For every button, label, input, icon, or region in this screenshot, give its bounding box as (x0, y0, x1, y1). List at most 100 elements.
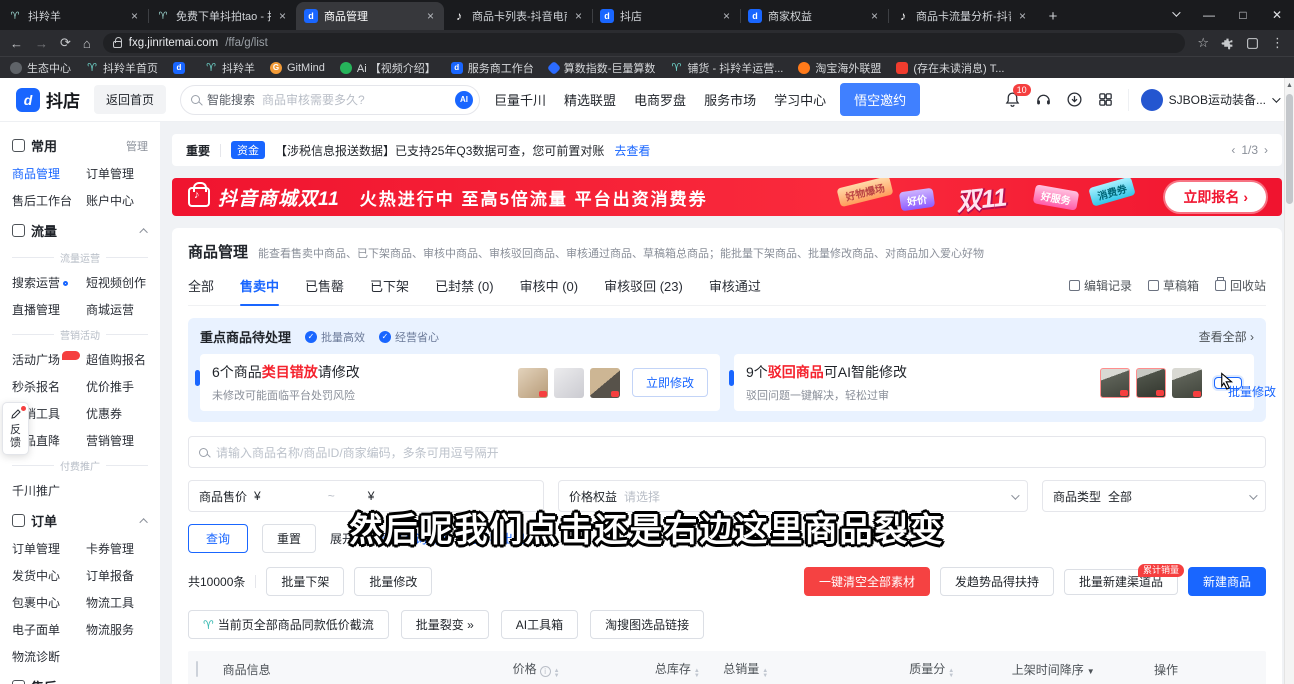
create-product-button[interactable]: 新建商品 (1188, 567, 1266, 596)
tab-rejected[interactable]: 审核驳回 (23) (604, 276, 683, 295)
bookmark-item[interactable]: Ai 【视频介绍】 (340, 60, 436, 76)
tab-close-icon[interactable]: × (425, 9, 436, 23)
page-scrollbar[interactable]: ▲ (1284, 78, 1294, 684)
bookmark-item[interactable]: d服务商工作台 (451, 60, 534, 76)
sidebar-section-traffic[interactable]: 流量 (12, 221, 148, 240)
doudian-logo[interactable]: d抖店 (16, 87, 80, 112)
trend-product-button[interactable]: 发趋势品得扶持 (940, 567, 1054, 596)
tab-close-icon[interactable]: × (721, 9, 732, 23)
browser-tab[interactable]: d商家权益× (740, 2, 888, 30)
bookmark-item[interactable]: GGitMind (270, 62, 325, 74)
browser-menu-kebab-icon[interactable]: ⋮ (1271, 35, 1284, 51)
sidebar-item-order-report[interactable]: 订单报备 (86, 567, 148, 584)
col-quality[interactable]: 质量分▲▼ (909, 660, 1011, 679)
pager-next-icon[interactable]: › (1264, 143, 1268, 157)
sidebar-item-live-manage[interactable]: 直播管理 (12, 301, 86, 318)
tab-off-shelf[interactable]: 已下架 (370, 276, 409, 295)
pager-prev-icon[interactable]: ‹ (1231, 143, 1235, 157)
recycle-bin-link[interactable]: 回收站 (1215, 277, 1266, 294)
home-icon[interactable]: ⌂ (83, 36, 91, 51)
tab-close-icon[interactable]: × (129, 9, 140, 23)
back-icon[interactable]: ← (10, 36, 23, 51)
tab-banned[interactable]: 已封禁 (0) (435, 276, 494, 295)
bookmark-item[interactable]: 算数指数-巨量算数 (549, 60, 656, 76)
batch-edit-button[interactable]: 批量修改 (354, 567, 432, 596)
address-bar[interactable]: fxg.jinritemai.com/ffa/g/list (103, 33, 1186, 53)
sidebar-item-mall-ops[interactable]: 商城运营 (86, 301, 148, 318)
sidebar-item-ship-center[interactable]: 发货中心 (12, 567, 86, 584)
manage-link[interactable]: 管理 (126, 138, 148, 154)
sidebar-item-qianchuan-promo[interactable]: 千川推广 (12, 482, 86, 499)
tab-approved[interactable]: 审核通过 (709, 276, 761, 295)
bookmark-item[interactable]: d (173, 62, 190, 74)
download-icon[interactable] (1066, 91, 1083, 108)
browser-tab[interactable]: ♈免费下单抖拍tao - 抖羚羊运营× (148, 2, 296, 30)
tab-close-icon[interactable]: × (573, 9, 584, 23)
notice-view-link[interactable]: 去查看 (614, 142, 650, 159)
product-search-input[interactable]: 请输入商品名称/商品ID/商家编码，多条可用逗号隔开 (188, 436, 1266, 468)
col-time[interactable]: 上架时间降序▼ (1012, 661, 1154, 678)
tab-sold-out[interactable]: 已售罄 (305, 276, 344, 295)
tab-close-icon[interactable]: × (277, 9, 288, 23)
scrollbar-thumb[interactable] (1286, 94, 1293, 204)
forward-icon[interactable]: → (35, 36, 48, 51)
sidebar-item-product-manage[interactable]: 商品管理 (12, 165, 86, 182)
nav-link-service-market[interactable]: 服务市场 (704, 90, 756, 109)
sidebar-item-e-waybill[interactable]: 电子面单 (12, 621, 86, 638)
sidebar-item-aftersale-workbench[interactable]: 售后工作台 (12, 192, 86, 209)
col-price[interactable]: 价格▲▼ (513, 660, 655, 679)
tab-all[interactable]: 全部 (188, 276, 214, 295)
notification-bell-icon[interactable]: 10 (1004, 91, 1021, 108)
fix-now-button[interactable]: 立即修改 (632, 368, 708, 397)
wukong-invite-button[interactable]: 悟空邀约 (840, 83, 920, 116)
sidebar-item-logistics-tools[interactable]: 物流工具 (86, 594, 148, 611)
account-menu[interactable]: SJBOB运动装备... (1128, 89, 1278, 111)
customer-service-icon[interactable] (1035, 91, 1052, 108)
bookmark-item[interactable]: ♈抖羚羊 (205, 60, 255, 76)
ai-toolbox-button[interactable]: AI工具箱 (501, 610, 578, 639)
sidebar-item-price-push[interactable]: 优价推手 (86, 378, 148, 395)
taosou-pick-button[interactable]: 淘搜图选品链接 (590, 610, 704, 639)
browser-tab[interactable]: ♪商品卡列表-抖音电商罗盘× (444, 2, 592, 30)
window-menu-icon[interactable] (1158, 0, 1192, 30)
edit-history-link[interactable]: 编辑记录 (1069, 277, 1132, 294)
bookmark-item[interactable]: (存在未读消息) T... (896, 60, 1004, 76)
window-minimize-icon[interactable]: — (1192, 0, 1226, 30)
window-maximize-icon[interactable]: □ (1226, 0, 1260, 30)
sidebar-item-order-manage[interactable]: 订单管理 (86, 165, 148, 182)
bookmark-item[interactable]: ♈抖羚羊首页 (86, 60, 158, 76)
sidebar-item-logistics-service[interactable]: 物流服务 (86, 621, 148, 638)
sidebar-item-short-video[interactable]: 短视频创作 (86, 274, 148, 291)
browser-tab[interactable]: ♪商品卡流量分析-抖音电商罗盘× (888, 2, 1036, 30)
window-close-icon[interactable]: ✕ (1260, 0, 1294, 30)
col-sales[interactable]: 总销量▲▼ (723, 660, 909, 679)
sidebar-section-common[interactable]: 常用管理 (12, 136, 148, 155)
sidebar-item-account-center[interactable]: 账户中心 (86, 192, 148, 209)
drafts-link[interactable]: 草稿箱 (1148, 277, 1199, 294)
bookmark-item[interactable]: ♈铺货 - 抖羚羊运营... (670, 60, 783, 76)
new-tab-button[interactable]: + (1040, 3, 1066, 29)
col-stock[interactable]: 总库存▲▼ (655, 660, 723, 679)
ai-search-icon[interactable]: AI (455, 91, 473, 109)
tab-close-icon[interactable]: × (1017, 9, 1028, 23)
sidebar-item-marketing-manage[interactable]: 营销管理 (86, 432, 148, 449)
nav-link-learning[interactable]: 学习中心 (774, 90, 826, 109)
select-all-checkbox[interactable] (196, 661, 198, 677)
back-home-button[interactable]: 返回首页 (94, 85, 166, 114)
sidebar-item-value-buy[interactable]: 超值购报名 (86, 351, 148, 368)
view-all-link[interactable]: 查看全部 › (1199, 328, 1254, 345)
tab-on-sale[interactable]: 售卖中 (240, 276, 279, 295)
apps-grid-icon[interactable] (1097, 91, 1114, 108)
clear-materials-button[interactable]: 一键清空全部素材 (804, 567, 930, 596)
promo-banner[interactable]: 抖音商城双11 火热进行中 至高5倍流量 平台出资消费券 好物爆场 好价 双11… (172, 178, 1282, 216)
tab-close-icon[interactable]: × (869, 9, 880, 23)
sidebar-item-flash-sale[interactable]: 秒杀报名 (12, 378, 86, 395)
bookmark-item[interactable]: 淘宝海外联盟 (798, 60, 881, 76)
batch-offshelf-button[interactable]: 批量下架 (266, 567, 344, 596)
browser-tab[interactable]: d抖店× (592, 2, 740, 30)
browser-tab[interactable]: ♈抖羚羊× (0, 2, 148, 30)
smart-search-input[interactable]: 智能搜索 商品审核需要多久? AI (180, 85, 480, 115)
tab-in-review[interactable]: 审核中 (0) (520, 276, 579, 295)
feedback-widget[interactable]: 反馈 (2, 402, 29, 455)
nav-link-qianchuan[interactable]: 巨量千川 (494, 90, 546, 109)
